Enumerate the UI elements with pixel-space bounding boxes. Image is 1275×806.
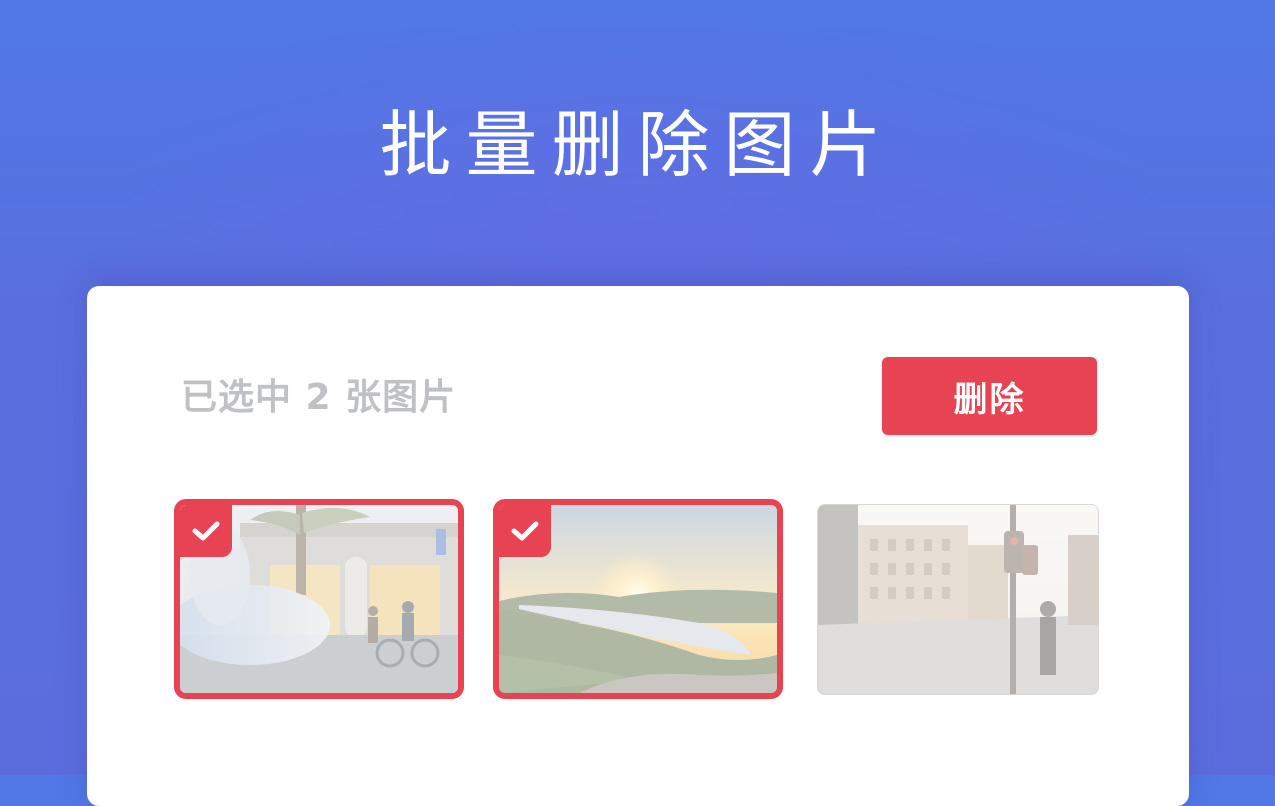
selected-check-badge[interactable] [499,505,551,557]
check-icon [511,521,539,541]
check-icon [192,521,220,541]
selected-check-badge[interactable] [180,505,232,557]
image-thumbnail-street[interactable] [174,499,464,699]
image-fade-overlay [818,505,1098,694]
image-selection-card: 已选中 2 张图片 删除 [87,286,1189,806]
delete-button[interactable]: 删除 [882,357,1097,435]
image-thumbnail-lake[interactable] [493,499,783,699]
image-thumbnail-street-city[interactable] [817,504,1099,695]
selected-count-label: 已选中 2 张图片 [181,377,457,418]
page-title: 批量删除图片 [379,103,896,187]
